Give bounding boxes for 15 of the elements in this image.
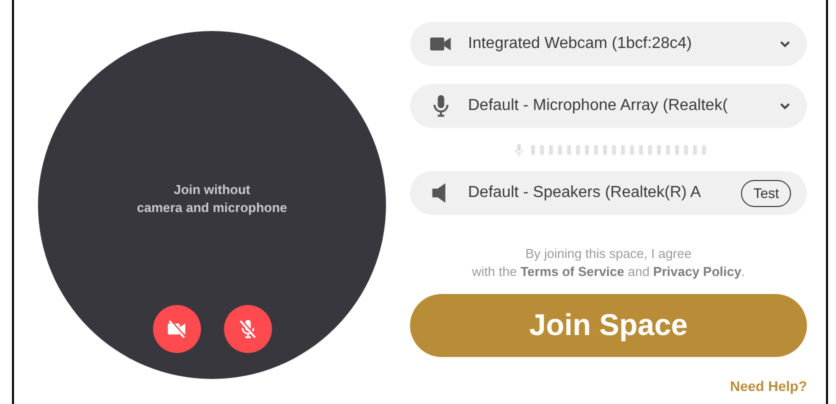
device-select[interactable]: Default - Speakers (Realtek(R) A Test <box>410 171 807 215</box>
microphone-toggle-button[interactable] <box>224 305 272 353</box>
privacy-link[interactable]: Privacy Policy <box>653 264 742 279</box>
join-message: Join without camera and microphone <box>136 181 288 217</box>
device-name: Default - Speakers (Realtek(R) A <box>468 183 702 203</box>
device-name: Integrated Webcam (1bcf:28c4) <box>468 34 693 54</box>
terms-link[interactable]: Terms of Service <box>520 264 624 279</box>
terms-notice: By joining this space, I agree with the Terms of Service and Privacy Policy. <box>471 245 746 281</box>
device-select[interactable]: Default - Microphone Array (Realtek( <box>410 84 807 128</box>
camera-off-icon <box>166 318 188 340</box>
microphone-off-icon <box>236 318 258 340</box>
camera-toggle-button[interactable] <box>152 305 200 353</box>
test-button[interactable]: Test <box>741 180 791 206</box>
device-select[interactable]: Integrated Webcam (1bcf:28c4) <box>410 22 807 66</box>
device-name: Default - Microphone Array (Realtek( <box>468 96 729 116</box>
